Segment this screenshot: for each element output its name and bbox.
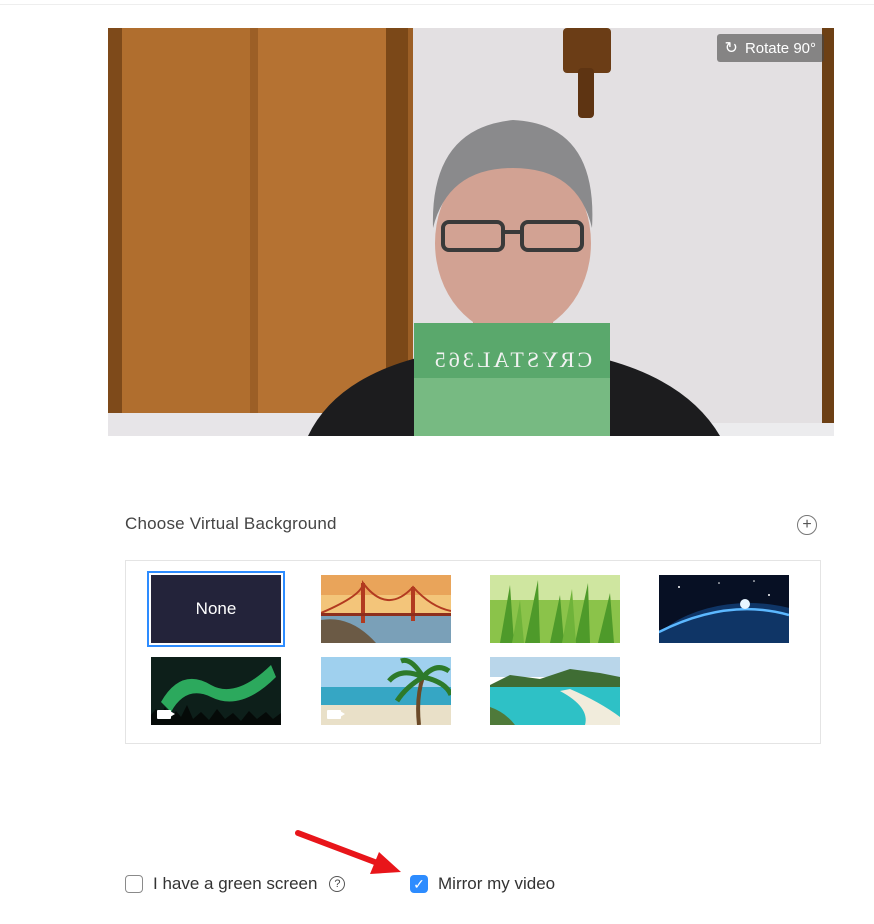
virtual-background-title: Choose Virtual Background [125,514,337,533]
book-title-text: CRYSTAL365 [432,347,592,372]
background-beach-palm[interactable] [321,657,451,725]
video-camera-icon [157,710,175,719]
top-divider [0,4,874,5]
background-tropical-coast[interactable] [490,657,620,725]
background-earth-from-space[interactable] [659,575,789,643]
video-preview: CRYSTAL365 ↻ Rotate 90° [108,28,834,436]
plus-circle-icon[interactable]: + [797,515,817,535]
camera-feed-image: CRYSTAL365 [108,28,834,436]
virtual-background-grid: None [125,560,821,744]
question-circle-icon[interactable]: ? [329,876,346,892]
green-screen-option: I have a green screen ? [125,874,346,894]
mirror-video-option: ✓ Mirror my video [410,874,555,894]
background-aurora[interactable] [151,657,281,725]
rotate-label: Rotate 90° [744,39,816,57]
video-camera-icon [327,710,345,719]
background-golden-gate-bridge[interactable] [321,575,451,643]
green-screen-label: I have a green screen [153,874,318,893]
background-grass[interactable] [490,575,620,643]
background-none[interactable]: None [147,571,285,647]
green-screen-checkbox[interactable] [125,875,143,893]
mirror-video-label: Mirror my video [438,874,556,893]
rotate-icon: ↻ [724,40,738,57]
mirror-video-checkbox[interactable]: ✓ [410,875,428,893]
rotate-button[interactable]: ↻ Rotate 90° [716,34,824,62]
background-none-label: None [195,599,237,618]
